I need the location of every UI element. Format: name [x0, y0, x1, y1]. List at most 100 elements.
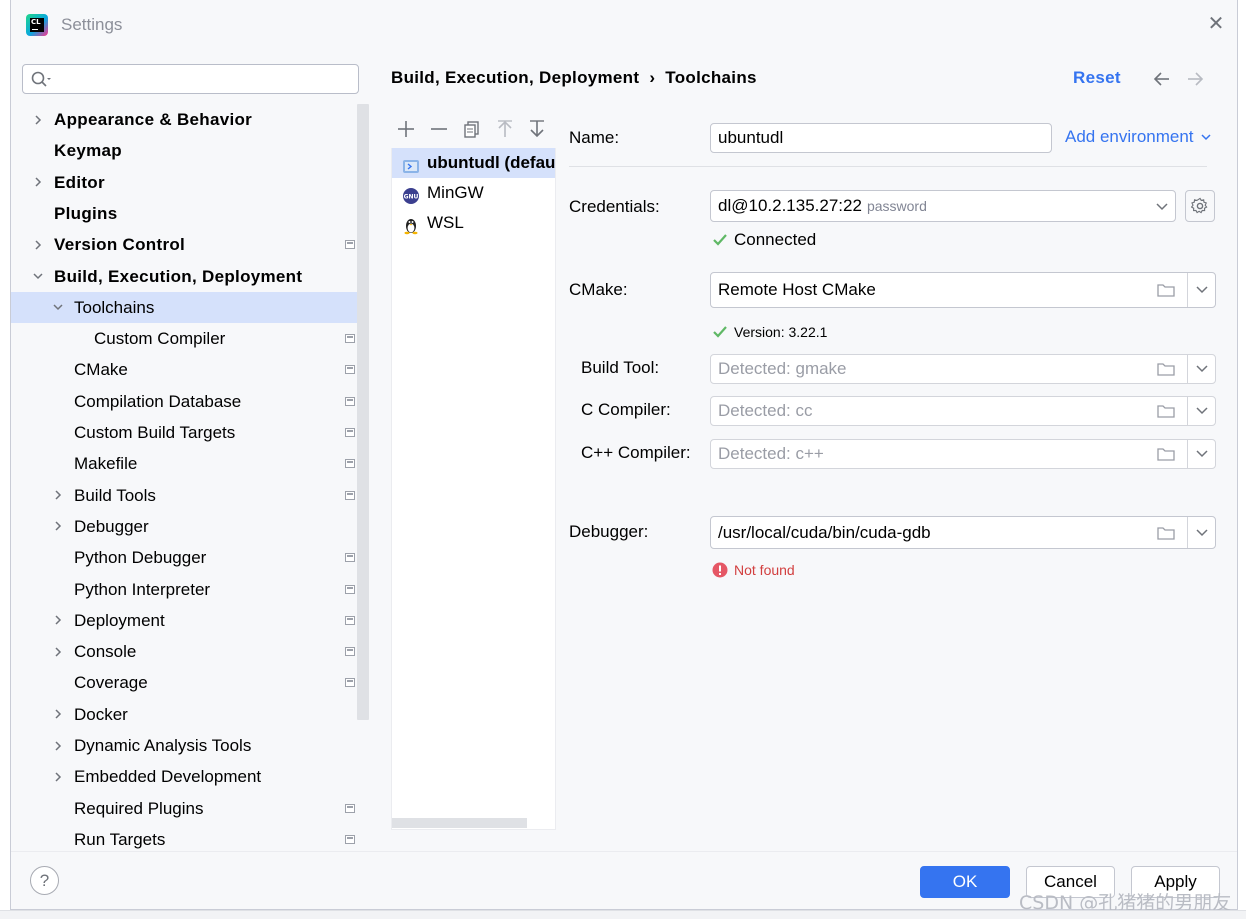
- title-bar: CL Settings ✕: [11, 0, 1237, 50]
- toolchain-item[interactable]: GNU MinGW: [392, 178, 555, 208]
- cpp-compiler-select[interactable]: Detected: c++: [710, 439, 1216, 469]
- chevron-right-icon[interactable]: [51, 761, 65, 792]
- tree-item-label: Custom Build Targets: [74, 423, 236, 442]
- tree-item-custom-build-targets[interactable]: Custom Build Targets: [11, 417, 356, 448]
- tree-item-python-debugger[interactable]: Python Debugger: [11, 542, 356, 573]
- chevron-right-icon[interactable]: [31, 167, 45, 198]
- tree-item-embedded-development[interactable]: Embedded Development: [11, 761, 356, 792]
- move-up-icon[interactable]: [495, 119, 515, 139]
- ok-button[interactable]: OK: [920, 866, 1010, 898]
- tree-item-label: Coverage: [74, 673, 148, 693]
- tree-item-dynamic-analysis-tools[interactable]: Dynamic Analysis Tools: [11, 730, 356, 761]
- add-icon[interactable]: [396, 119, 416, 139]
- reset-link[interactable]: Reset: [1073, 68, 1121, 88]
- tree-item-custom-compiler[interactable]: Custom Compiler: [11, 323, 356, 354]
- build-tool-select[interactable]: Detected: gmake: [710, 354, 1216, 384]
- tree-item-version-control[interactable]: Version Control: [11, 229, 356, 260]
- tree-item-debugger[interactable]: Debugger: [11, 511, 356, 542]
- breadcrumb: Build, Execution, Deployment › Toolchains: [391, 68, 757, 88]
- back-arrow-icon[interactable]: [1153, 70, 1171, 88]
- tree-item-label: Run Targets: [74, 829, 166, 849]
- tree-item-label: Embedded Development: [74, 767, 262, 787]
- check-icon: [713, 326, 727, 338]
- chevron-right-icon[interactable]: [51, 605, 65, 636]
- project-level-icon: [345, 365, 355, 375]
- cmake-label: CMake:: [569, 280, 628, 299]
- toolchain-item[interactable]: ubuntudl (defau: [392, 148, 555, 178]
- breadcrumb-parent[interactable]: Build, Execution, Deployment: [391, 68, 639, 87]
- chevron-down-icon: [1201, 134, 1211, 141]
- tree-item-cmake[interactable]: CMake: [11, 354, 356, 385]
- chevron-down-icon[interactable]: [31, 261, 45, 292]
- tree-item-run-targets[interactable]: Run Targets: [11, 824, 356, 852]
- chevron-right-icon[interactable]: [51, 636, 65, 667]
- folder-icon[interactable]: [1157, 361, 1175, 377]
- name-input[interactable]: ubuntudl: [710, 123, 1052, 153]
- tree-item-deployment[interactable]: Deployment: [11, 605, 356, 636]
- toolchain-list-scrollbar[interactable]: [392, 818, 527, 828]
- forward-arrow-icon[interactable]: [1186, 70, 1204, 88]
- folder-icon[interactable]: [1157, 446, 1175, 462]
- connected-text: Connected: [734, 230, 817, 249]
- copy-icon[interactable]: [462, 119, 482, 139]
- chevron-down-icon[interactable]: [51, 292, 65, 323]
- close-icon[interactable]: ✕: [1207, 14, 1225, 34]
- tree-item-toolchains[interactable]: Toolchains: [11, 291, 369, 323]
- tree-item-editor[interactable]: Editor: [11, 167, 356, 198]
- connection-status: Connected: [712, 230, 816, 250]
- chevron-right-icon[interactable]: [31, 104, 45, 135]
- debugger-select[interactable]: /usr/local/cuda/bin/cuda-gdb: [710, 516, 1216, 549]
- c-compiler-select[interactable]: Detected: cc: [710, 396, 1216, 426]
- cpp-compiler-label: C++ Compiler:: [581, 443, 691, 462]
- tree-item-build-execution-deployment[interactable]: Build, Execution, Deployment: [11, 261, 356, 292]
- tree-item-compilation-database[interactable]: Compilation Database: [11, 386, 356, 417]
- remove-icon[interactable]: [429, 119, 449, 139]
- c-compiler-value: Detected: cc: [718, 401, 813, 420]
- cmake-select[interactable]: Remote Host CMake: [710, 272, 1216, 308]
- chevron-right-icon[interactable]: [31, 229, 45, 260]
- folder-icon[interactable]: [1157, 525, 1175, 541]
- tree-item-build-tools[interactable]: Build Tools: [11, 480, 356, 511]
- tree-item-console[interactable]: Console: [11, 636, 356, 667]
- tree-item-label: Build, Execution, Deployment: [54, 266, 303, 286]
- build-tool-dropdown-button[interactable]: [1187, 355, 1215, 383]
- chevron-right-icon[interactable]: [51, 730, 65, 761]
- search-input[interactable]: [55, 68, 350, 90]
- move-down-icon[interactable]: [527, 119, 547, 139]
- tree-item-makefile[interactable]: Makefile: [11, 448, 356, 479]
- tree-item-label: Keymap: [54, 141, 122, 161]
- gnu-icon: GNU: [402, 185, 420, 204]
- credentials-settings-button[interactable]: [1185, 190, 1215, 222]
- tree-item-required-plugins[interactable]: Required Plugins: [11, 793, 356, 824]
- toolchain-list: ubuntudl (defau GNU MinGW WSL: [391, 148, 556, 830]
- footer-divider: [11, 851, 1237, 852]
- credentials-hint: password: [866, 198, 927, 214]
- c-compiler-dropdown-button[interactable]: [1187, 397, 1215, 425]
- toolchain-item[interactable]: WSL: [392, 208, 555, 238]
- tree-item-python-interpreter[interactable]: Python Interpreter: [11, 574, 356, 605]
- debugger-status: Not found: [712, 562, 795, 578]
- chevron-right-icon[interactable]: [51, 699, 65, 730]
- cpp-compiler-dropdown-button[interactable]: [1187, 440, 1215, 468]
- tree-item-plugins[interactable]: Plugins: [11, 198, 356, 229]
- clion-logo-icon: CL: [26, 14, 48, 36]
- project-level-icon: [345, 240, 355, 250]
- chevron-right-icon[interactable]: [51, 480, 65, 511]
- tree-item-coverage[interactable]: Coverage: [11, 667, 356, 698]
- tree-item-appearance-behavior[interactable]: Appearance & Behavior: [11, 104, 356, 135]
- settings-search[interactable]: [22, 64, 359, 94]
- tree-item-docker[interactable]: Docker: [11, 699, 356, 730]
- chevron-right-icon[interactable]: [51, 511, 65, 542]
- debugger-dropdown-button[interactable]: [1187, 517, 1215, 548]
- cmake-dropdown-button[interactable]: [1187, 273, 1215, 307]
- project-level-icon: [345, 334, 355, 344]
- tree-item-keymap[interactable]: Keymap: [11, 135, 356, 166]
- folder-icon[interactable]: [1157, 282, 1175, 298]
- folder-icon[interactable]: [1157, 403, 1175, 419]
- add-environment-dropdown[interactable]: Add environment: [1065, 127, 1212, 147]
- tree-item-label: Custom Compiler: [94, 329, 226, 349]
- help-button[interactable]: ?: [30, 866, 59, 895]
- tree-scrollbar[interactable]: [357, 104, 369, 720]
- tree-item-label: Docker: [74, 704, 128, 724]
- credentials-select[interactable]: dl@10.2.135.27:22 password: [710, 190, 1176, 222]
